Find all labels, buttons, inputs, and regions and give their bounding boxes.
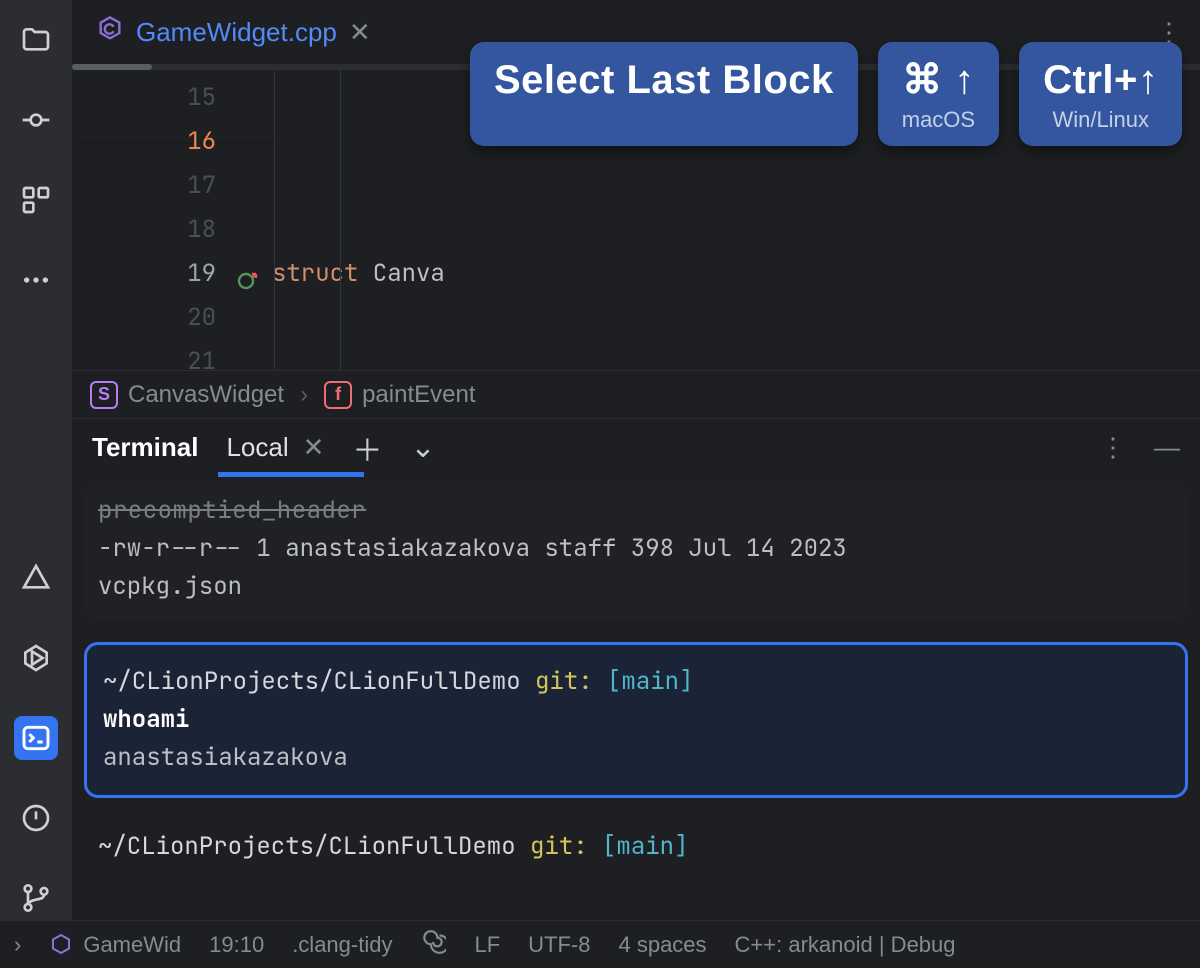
terminal-options-icon[interactable]: ⋮ [1100, 432, 1126, 463]
struct-icon: S [90, 381, 118, 409]
terminal-icon[interactable] [14, 716, 58, 760]
statusbar-lang[interactable]: C++: arkanoid | Debug [735, 932, 956, 958]
more-icon[interactable] [14, 258, 58, 302]
terminal-block-prev: precomptied_header -rw-r--r-- 1 anastasi… [84, 486, 1188, 620]
tool-rail [0, 0, 72, 920]
terminal-header: Terminal Local ✕ ＋ ⌄ ⋮ — [72, 418, 1200, 476]
terminal-block-current: ~/CLionProjects/CLionFullDemo git: [main… [84, 820, 1188, 874]
gutter: 15 16 17 18 19 20 21 [72, 70, 272, 370]
cpp-file-icon [96, 15, 124, 50]
statusbar-eol[interactable]: LF [474, 932, 500, 958]
status-bar: › GameWid 19:10 .clang-tidy LF UTF-8 4 s… [0, 920, 1200, 968]
statusbar-filename[interactable]: GameWid [83, 932, 181, 958]
statusbar-clangtidy[interactable]: .clang-tidy [292, 932, 392, 958]
editor-tab[interactable]: GameWidget.cpp ✕ [84, 8, 383, 56]
overlay-title: Select Last Block [470, 42, 858, 146]
project-icon[interactable] [14, 18, 58, 62]
terminal-tab[interactable]: Local ✕ [226, 432, 324, 463]
breadcrumb-fn[interactable]: f paintEvent [324, 381, 475, 409]
run-icon[interactable] [14, 636, 58, 680]
terminal-new-tab-icon[interactable]: ＋ [352, 426, 382, 470]
terminal-minimize-icon[interactable]: — [1154, 432, 1180, 463]
statusbar-chevron-icon[interactable]: › [14, 932, 21, 958]
shortcut-overlay: Select Last Block ⌘ ↑ macOS Ctrl+↑ Win/L… [470, 42, 1182, 146]
terminal-title: Terminal [92, 432, 198, 463]
statusbar-encoding[interactable]: UTF-8 [528, 932, 590, 958]
tab-close-icon[interactable]: ✕ [349, 17, 371, 48]
statusbar-indent[interactable]: 4 spaces [618, 932, 706, 958]
problems-icon[interactable] [14, 796, 58, 840]
vcs-commit-icon[interactable] [14, 98, 58, 142]
statusbar-file-icon [49, 933, 73, 957]
overlay-win: Ctrl+↑ Win/Linux [1019, 42, 1182, 146]
terminal-dropdown-icon[interactable]: ⌄ [410, 430, 435, 465]
terminal-block-selected: ~/CLionProjects/CLionFullDemo git: [main… [84, 642, 1188, 798]
function-icon: f [324, 381, 352, 409]
breadcrumb-separator-icon: › [300, 381, 308, 409]
git-branch-icon[interactable] [14, 876, 58, 920]
terminal-tab-close-icon[interactable]: ✕ [303, 432, 325, 463]
statusbar-spiral-icon[interactable] [420, 929, 446, 961]
override-gutter-icon[interactable] [236, 262, 260, 286]
breadcrumb-struct[interactable]: S CanvasWidget [90, 381, 284, 409]
structure-icon[interactable] [14, 178, 58, 222]
cmake-icon[interactable] [14, 556, 58, 600]
tab-filename: GameWidget.cpp [136, 17, 337, 48]
breadcrumb: S CanvasWidget › f paintEvent [72, 370, 1200, 418]
statusbar-cursor[interactable]: 19:10 [209, 932, 264, 958]
terminal[interactable]: precomptied_header -rw-r--r-- 1 anastasi… [72, 476, 1200, 920]
overlay-mac: ⌘ ↑ macOS [878, 42, 999, 146]
